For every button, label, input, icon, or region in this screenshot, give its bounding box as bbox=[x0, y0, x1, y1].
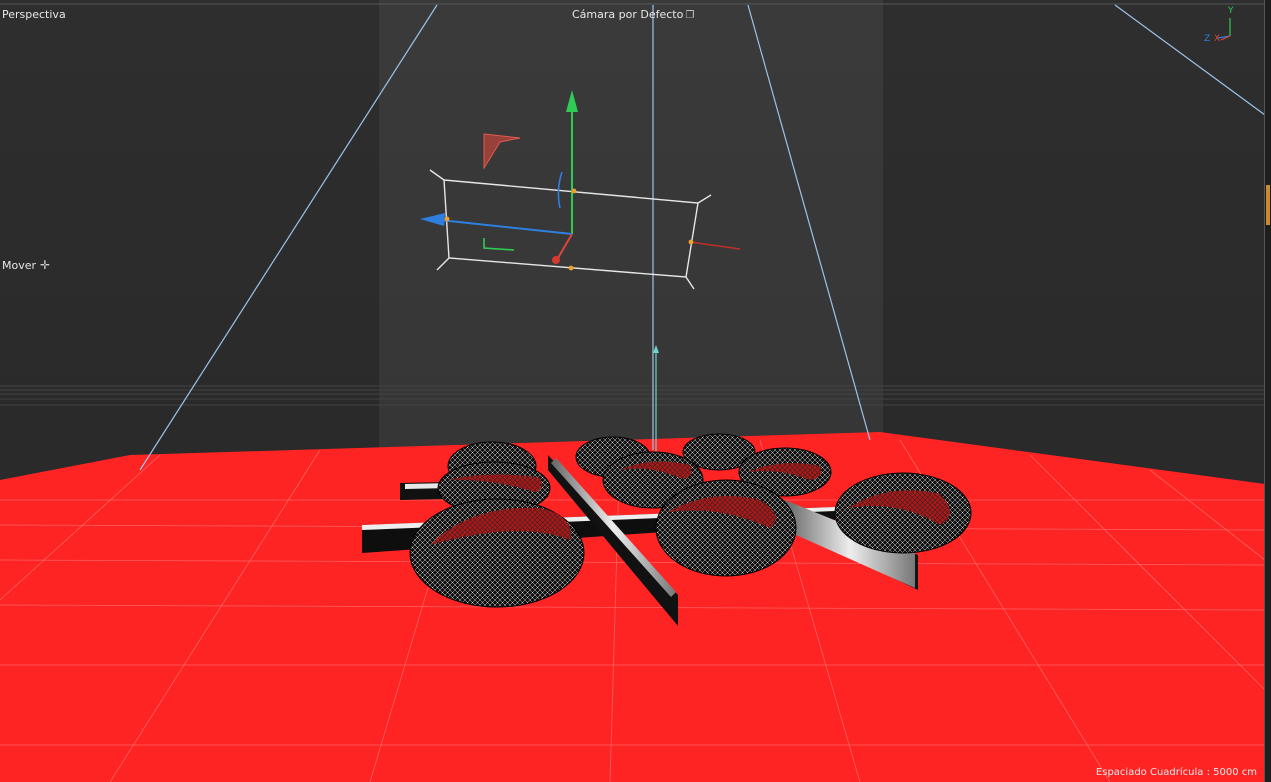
right-panel-edge bbox=[1264, 0, 1271, 782]
scene-canvas[interactable] bbox=[0, 0, 1271, 782]
camera-selector[interactable]: Cámara por Defecto ❐ bbox=[572, 8, 694, 23]
right-panel-marker[interactable] bbox=[1266, 185, 1270, 225]
tool-label-text: Mover bbox=[2, 259, 37, 272]
grid-spacing-label: Espaciado Cuadrícula : 5000 cm bbox=[1095, 767, 1257, 778]
active-tool-label: Mover ✛ bbox=[2, 258, 50, 273]
camera-label-text: Cámara por Defecto bbox=[572, 8, 684, 21]
axis-y-label: Y bbox=[1228, 6, 1234, 16]
view-name-label[interactable]: Perspectiva bbox=[2, 8, 66, 22]
axis-z-label: Z bbox=[1204, 34, 1211, 44]
3d-viewport[interactable]: Perspectiva Cámara por Defecto ❐ Mover ✛ E… bbox=[0, 0, 1271, 782]
world-axis-indicator: Y Z X bbox=[1198, 6, 1238, 46]
move-cross-icon: ✛ bbox=[40, 258, 51, 272]
axis-x-label: X bbox=[1214, 34, 1221, 44]
camera-icon: ❐ bbox=[685, 10, 695, 21]
